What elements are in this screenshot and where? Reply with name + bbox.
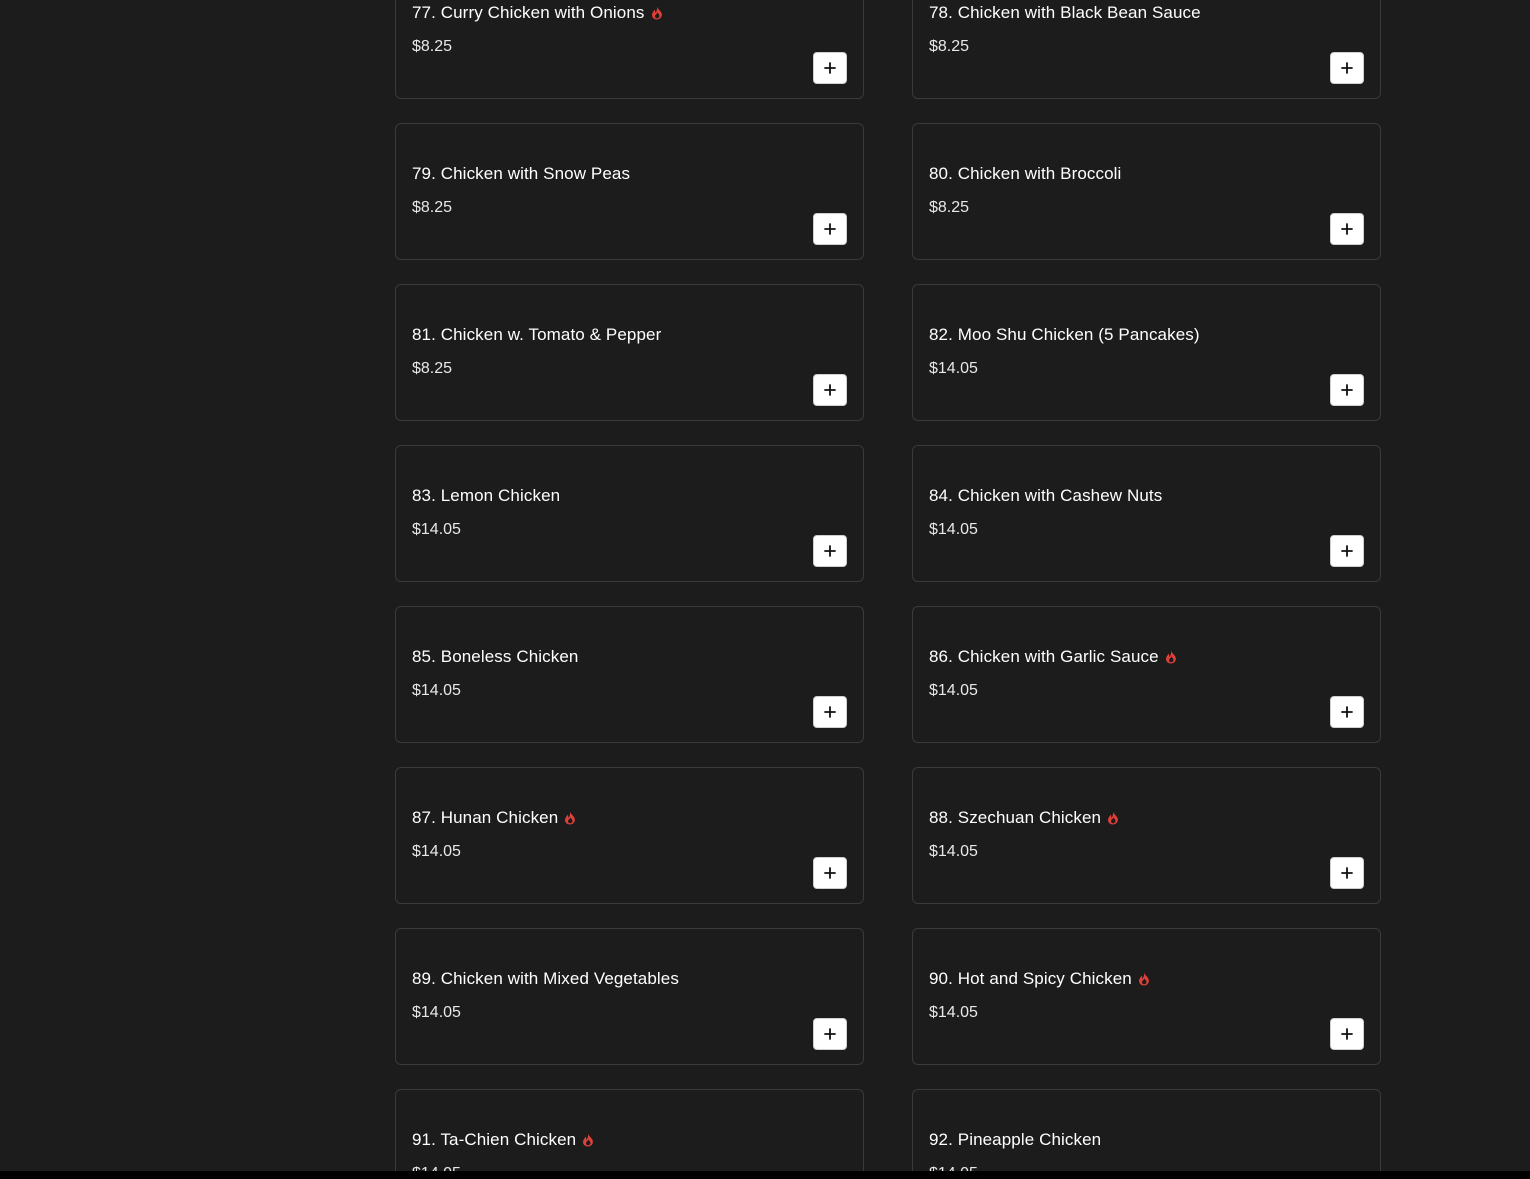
- menu-item-name: 79. Chicken with Snow Peas: [412, 164, 631, 183]
- menu-item-price: $8.25: [412, 360, 453, 377]
- flame-icon: [564, 811, 576, 825]
- menu-item-title-row: 82. Moo Shu Chicken (5 Pancakes): [929, 325, 1200, 345]
- add-to-cart-button[interactable]: [1330, 535, 1364, 567]
- menu-item-card[interactable]: 77. Curry Chicken with Onions $8.25: [395, 0, 864, 99]
- menu-item-grid: 77. Curry Chicken with Onions $8.25 78. …: [395, 0, 1381, 1179]
- menu-item-name: 90. Hot and Spicy Chicken: [929, 969, 1132, 988]
- flame-icon: [1165, 650, 1177, 664]
- menu-item-title-row: 89. Chicken with Mixed Vegetables: [412, 969, 679, 989]
- menu-item-title-row: 92. Pineapple Chicken: [929, 1130, 1101, 1150]
- plus-icon: [824, 62, 836, 74]
- menu-item-card[interactable]: 84. Chicken with Cashew Nuts $14.05: [912, 445, 1381, 582]
- menu-item-card[interactable]: 82. Moo Shu Chicken (5 Pancakes) $14.05: [912, 284, 1381, 421]
- menu-item-name: 78. Chicken with Black Bean Sauce: [929, 3, 1201, 22]
- menu-item-card[interactable]: 86. Chicken with Garlic Sauce $14.05: [912, 606, 1381, 743]
- menu-item-title-row: 80. Chicken with Broccoli: [929, 164, 1121, 184]
- menu-item-price: $8.25: [412, 199, 453, 216]
- menu-item-name: 87. Hunan Chicken: [412, 808, 559, 827]
- flame-icon: [582, 1133, 594, 1147]
- menu-item-name: 86. Chicken with Garlic Sauce: [929, 647, 1159, 666]
- add-to-cart-button[interactable]: [1330, 374, 1364, 406]
- add-to-cart-button[interactable]: [813, 535, 847, 567]
- add-to-cart-button[interactable]: [813, 857, 847, 889]
- add-to-cart-button[interactable]: [813, 696, 847, 728]
- menu-item-card[interactable]: 87. Hunan Chicken $14.05: [395, 767, 864, 904]
- add-to-cart-button[interactable]: [813, 374, 847, 406]
- plus-icon: [824, 706, 836, 718]
- menu-item-name: 80. Chicken with Broccoli: [929, 164, 1122, 183]
- menu-item-card[interactable]: 89. Chicken with Mixed Vegetables $14.05: [395, 928, 864, 1065]
- menu-item-price: $14.05: [929, 521, 978, 538]
- menu-item-name: 81. Chicken w. Tomato & Pepper: [412, 325, 662, 344]
- menu-item-price: $14.05: [412, 843, 461, 860]
- menu-item-title-row: 77. Curry Chicken with Onions: [412, 3, 663, 23]
- plus-icon: [1341, 384, 1353, 396]
- menu-item-card[interactable]: 83. Lemon Chicken $14.05: [395, 445, 864, 582]
- menu-item-card[interactable]: 92. Pineapple Chicken $14.05: [912, 1089, 1381, 1179]
- plus-icon: [1341, 867, 1353, 879]
- add-to-cart-button[interactable]: [813, 1018, 847, 1050]
- plus-icon: [1341, 706, 1353, 718]
- plus-icon: [824, 384, 836, 396]
- menu-item-price: $14.05: [929, 360, 978, 377]
- menu-item-title-row: 79. Chicken with Snow Peas: [412, 164, 630, 184]
- menu-item-title-row: 87. Hunan Chicken: [412, 808, 576, 828]
- add-to-cart-button[interactable]: [813, 52, 847, 84]
- menu-item-title-row: 81. Chicken w. Tomato & Pepper: [412, 325, 661, 345]
- menu-item-price: $14.05: [412, 1004, 461, 1021]
- menu-item-price: $14.05: [929, 1004, 978, 1021]
- menu-item-name: 89. Chicken with Mixed Vegetables: [412, 969, 679, 988]
- add-to-cart-button[interactable]: [1330, 696, 1364, 728]
- menu-item-name: 92. Pineapple Chicken: [929, 1130, 1102, 1149]
- menu-item-name: 91. Ta-Chien Chicken: [412, 1130, 577, 1149]
- plus-icon: [1341, 545, 1353, 557]
- menu-item-card[interactable]: 85. Boneless Chicken $14.05: [395, 606, 864, 743]
- menu-item-name: 83. Lemon Chicken: [412, 486, 561, 505]
- menu-item-name: 85. Boneless Chicken: [412, 647, 579, 666]
- menu-item-price: $8.25: [929, 38, 970, 55]
- bottom-bar: [0, 1171, 1530, 1179]
- menu-item-card[interactable]: 81. Chicken w. Tomato & Pepper $8.25: [395, 284, 864, 421]
- flame-icon: [1107, 811, 1119, 825]
- menu-item-price: $14.05: [929, 843, 978, 860]
- add-to-cart-button[interactable]: [1330, 857, 1364, 889]
- menu-item-name: 82. Moo Shu Chicken (5 Pancakes): [929, 325, 1200, 344]
- menu-item-name: 84. Chicken with Cashew Nuts: [929, 486, 1163, 505]
- add-to-cart-button[interactable]: [1330, 1018, 1364, 1050]
- menu-item-card[interactable]: 78. Chicken with Black Bean Sauce $8.25: [912, 0, 1381, 99]
- add-to-cart-button[interactable]: [813, 213, 847, 245]
- menu-item-card[interactable]: 79. Chicken with Snow Peas $8.25: [395, 123, 864, 260]
- menu-item-title-row: 83. Lemon Chicken: [412, 486, 560, 506]
- plus-icon: [824, 1028, 836, 1040]
- menu-item-name: 77. Curry Chicken with Onions: [412, 3, 645, 22]
- flame-icon: [651, 6, 663, 20]
- menu-item-card[interactable]: 91. Ta-Chien Chicken $14.05: [395, 1089, 864, 1179]
- menu-item-price: $14.05: [412, 521, 461, 538]
- menu-page: 77. Curry Chicken with Onions $8.25 78. …: [0, 0, 1530, 1179]
- menu-item-price: $8.25: [929, 199, 970, 216]
- add-to-cart-button[interactable]: [1330, 213, 1364, 245]
- plus-icon: [1341, 1028, 1353, 1040]
- menu-item-card[interactable]: 88. Szechuan Chicken $14.05: [912, 767, 1381, 904]
- plus-icon: [1341, 62, 1353, 74]
- menu-item-price: $14.05: [929, 682, 978, 699]
- menu-item-title-row: 84. Chicken with Cashew Nuts: [929, 486, 1162, 506]
- menu-item-title-row: 86. Chicken with Garlic Sauce: [929, 647, 1177, 667]
- menu-item-title-row: 78. Chicken with Black Bean Sauce: [929, 3, 1201, 23]
- plus-icon: [824, 867, 836, 879]
- menu-item-name: 88. Szechuan Chicken: [929, 808, 1102, 827]
- plus-icon: [1341, 223, 1353, 235]
- menu-item-title-row: 90. Hot and Spicy Chicken: [929, 969, 1150, 989]
- menu-item-price: $8.25: [412, 38, 453, 55]
- menu-item-title-row: 91. Ta-Chien Chicken: [412, 1130, 594, 1150]
- menu-item-price: $14.05: [412, 682, 461, 699]
- menu-item-title-row: 85. Boneless Chicken: [412, 647, 578, 667]
- flame-icon: [1138, 972, 1150, 986]
- plus-icon: [824, 223, 836, 235]
- add-to-cart-button[interactable]: [1330, 52, 1364, 84]
- plus-icon: [824, 545, 836, 557]
- menu-item-title-row: 88. Szechuan Chicken: [929, 808, 1119, 828]
- menu-item-card[interactable]: 90. Hot and Spicy Chicken $14.05: [912, 928, 1381, 1065]
- menu-item-card[interactable]: 80. Chicken with Broccoli $8.25: [912, 123, 1381, 260]
